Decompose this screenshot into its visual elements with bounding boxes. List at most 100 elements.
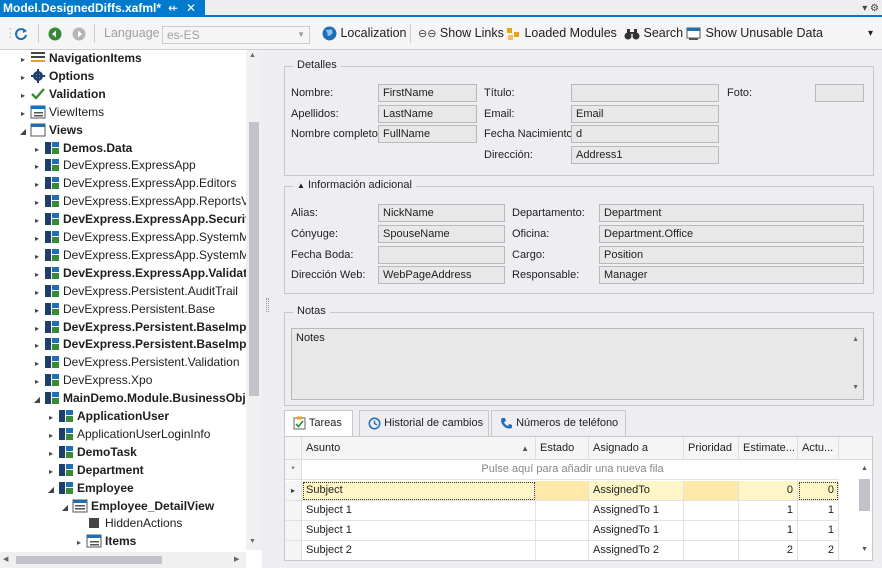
tree-node[interactable]: ▸ ApplicationUserLoginInfo (46, 425, 210, 443)
grid-cell-asunto[interactable]: Subject 2 (302, 541, 536, 560)
tab-tareas[interactable]: Tareas (284, 410, 353, 437)
toolbar-overflow-icon[interactable]: ▾ (868, 17, 873, 50)
scroll-up-icon[interactable]: ▲ (249, 52, 256, 59)
scroll-up-icon[interactable]: ▲ (852, 333, 859, 347)
row-indicator[interactable] (285, 541, 302, 560)
model-tree[interactable]: ▸ NavigationItems ▸ Options ▸ Validation ▸ View… (0, 50, 262, 568)
nombre-field[interactable]: FirstName (378, 84, 477, 102)
document-tab[interactable]: Model.DesignedDiffs.xafml* ⇷ ✕ (0, 0, 205, 17)
expanded-arrow-icon[interactable]: ◢ (18, 123, 28, 141)
close-icon[interactable]: ✕ (186, 0, 196, 17)
grid-cell-prioridad[interactable] (684, 521, 739, 541)
column-header-estimate[interactable]: Estimate... (739, 437, 798, 460)
scroll-down-icon[interactable]: ▼ (852, 381, 859, 395)
nombre-completo-field[interactable]: FullName (378, 125, 477, 143)
grid-cell-estimate[interactable]: 1 (739, 521, 798, 541)
oficina-field[interactable]: Department.Office (599, 225, 864, 243)
alias-field[interactable]: NickName (378, 204, 505, 222)
grid-cell-estado[interactable] (536, 541, 589, 560)
refresh-icon[interactable] (14, 17, 28, 50)
grid-cell-estado[interactable] (536, 481, 589, 501)
new-row-prompt[interactable]: Pulse aquí para añadir una nueva fila (302, 460, 839, 480)
grid-cell-estimate[interactable]: 2 (739, 541, 798, 560)
grid-scroll-thumb[interactable] (859, 479, 870, 511)
grid-cell-actual[interactable]: 1 (798, 521, 839, 541)
tree-node[interactable]: ▸ DevExpress.Persistent.BaseImpl (32, 318, 250, 336)
tab-numeros-de-telefono[interactable]: Números de teléfono (491, 410, 626, 436)
apellidos-field[interactable]: LastName (378, 105, 477, 123)
tree-node[interactable]: ▸ DevExpress.ExpressApp.Security (32, 210, 256, 228)
tab-historial-de-cambios[interactable]: Historial de cambios (359, 410, 489, 436)
grid-vertical-scrollbar[interactable]: ▲ ▼ (856, 460, 872, 560)
back-icon[interactable] (48, 17, 62, 50)
tree-node[interactable]: ▸ Options (18, 67, 94, 85)
conyuge-field[interactable]: SpouseName (378, 225, 505, 243)
tareas-grid[interactable]: Asunto ▲ Estado Asignado a Prioridad Est… (284, 436, 873, 561)
informacion-adicional-header[interactable]: ▲ Información adicional (293, 179, 416, 191)
grid-cell-prioridad[interactable] (684, 541, 739, 560)
tree-node[interactable]: ▸ DevExpress.ExpressApp.Validation (32, 264, 262, 282)
tree-vertical-scroll-thumb[interactable] (249, 122, 259, 396)
grid-cell-asunto[interactable]: Subject 1 (302, 501, 536, 521)
column-header-asignado[interactable]: Asignado a (589, 437, 684, 460)
tree-node[interactable]: ▸ DevExpress.Persistent.Base (32, 300, 215, 318)
loaded-modules-button[interactable]: Loaded Modules (506, 17, 617, 50)
scroll-left-icon[interactable]: ◀ (3, 555, 8, 563)
tree-node[interactable]: ▸ DemoTask (46, 443, 137, 461)
focused-row-indicator-icon[interactable]: ▸ (285, 481, 302, 501)
scroll-down-icon[interactable]: ▼ (249, 538, 256, 545)
tree-node[interactable]: ▸ DevExpress.ExpressApp (32, 156, 196, 174)
fecha-boda-field[interactable] (378, 246, 505, 264)
localization-button[interactable]: Localization (322, 17, 407, 50)
tree-node[interactable]: ▸ DevExpress.ExpressApp.Editors (32, 174, 236, 192)
scroll-up-icon[interactable]: ▲ (861, 465, 868, 472)
tree-node[interactable]: ▸ DevExpress.Persistent.AuditTrail (32, 282, 238, 300)
notas-memo-field[interactable]: Notes ▲ ▼ (291, 328, 864, 400)
tree-node[interactable]: ▸ DevExpress.Persistent.Validation (32, 353, 240, 371)
tree-node[interactable]: ▸ Department (46, 461, 144, 479)
tree-node[interactable]: ▸ DevExpress.ExpressApp.ReportsV2 (32, 192, 256, 210)
grid-cell-estado[interactable] (536, 501, 589, 521)
email-field[interactable]: Email (571, 105, 719, 123)
collapse-icon[interactable]: ▲ (297, 181, 305, 190)
tree-node[interactable]: ▸ NavigationItems (18, 50, 142, 67)
grid-cell-estado[interactable] (536, 521, 589, 541)
grid-cell-asignado[interactable]: AssignedTo 2 (589, 541, 684, 560)
tree-node[interactable]: ▸ Demos.Data (32, 139, 132, 157)
direccion-web-field[interactable]: WebPageAddress (378, 266, 505, 284)
language-select[interactable]: es-ES ▼ (162, 26, 310, 44)
tree-node[interactable]: ◢ MainDemo.Module.BusinessObjects (32, 389, 262, 407)
scroll-down-icon[interactable]: ▼ (861, 546, 868, 553)
search-button[interactable]: Search (624, 17, 683, 50)
tree-node[interactable]: HiddenActions (74, 514, 182, 532)
tree-node[interactable]: ▸ ApplicationUser (46, 407, 169, 425)
scroll-right-icon[interactable]: ▶ (234, 555, 239, 563)
cargo-field[interactable]: Position (599, 246, 864, 264)
column-header-asunto[interactable]: Asunto ▲ (302, 437, 536, 460)
grid-cell-actual[interactable]: 2 (798, 541, 839, 560)
grid-cell-actual[interactable]: 0 (798, 481, 839, 501)
departamento-field[interactable]: Department (599, 204, 864, 222)
grid-cell-asunto[interactable]: Subject 1 (302, 521, 536, 541)
show-links-button[interactable]: ⊖⊖ Show Links (418, 17, 504, 50)
grid-cell-actual[interactable]: 1 (798, 501, 839, 521)
expanded-arrow-icon[interactable]: ◢ (46, 481, 56, 499)
grid-cell-asunto[interactable]: Subject (302, 481, 536, 501)
row-indicator[interactable] (285, 501, 302, 521)
show-unusable-data-button[interactable]: Show Unusable Data (686, 17, 823, 50)
column-header-estado[interactable]: Estado (536, 437, 589, 460)
tree-node[interactable]: ▸ Validation (18, 85, 106, 103)
tree-node[interactable]: ▸DevExpress.ExpressApp.SystemModule.Win (32, 246, 262, 264)
direccion-field[interactable]: Address1 (571, 146, 719, 164)
tree-node[interactable]: ▸ ViewItems (18, 103, 104, 121)
tree-node[interactable]: ▸ DevExpress.ExpressApp.SystemModule (32, 228, 262, 246)
grid-cell-asignado[interactable]: AssignedTo 1 (589, 521, 684, 541)
forward-icon[interactable] (72, 17, 86, 50)
grid-cell-estimate[interactable]: 1 (739, 501, 798, 521)
tree-node[interactable]: ◢ Views (18, 121, 83, 139)
grid-cell-prioridad[interactable] (684, 501, 739, 521)
tree-node[interactable]: ▸ DevExpress.Xpo (32, 371, 152, 389)
splitter[interactable] (262, 50, 274, 568)
grid-cell-asignado[interactable]: AssignedTo 1 (589, 501, 684, 521)
tree-horizontal-scroll-thumb[interactable] (16, 556, 162, 564)
